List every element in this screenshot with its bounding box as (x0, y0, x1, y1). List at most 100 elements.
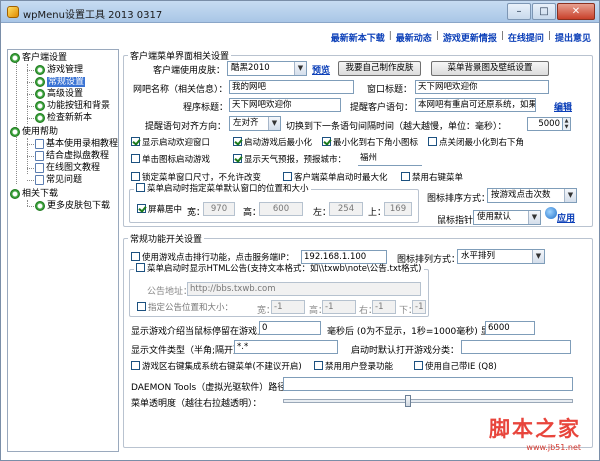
app-window: wpMenu设置工具 2013 0317 – □ ✕ 最新新本下载 | 最新动态… (0, 0, 600, 461)
hover-delay-input[interactable]: 0 (259, 321, 321, 335)
window-position-checkbox[interactable]: 菜单启动时指定菜单默认窗口的位置和大小 (134, 183, 311, 195)
icon-sort-label: 图标排序方式： (427, 194, 491, 204)
icon-arrange-select[interactable]: 水平排列 ▼ (457, 249, 545, 264)
default-category-input[interactable] (461, 340, 571, 354)
app-icon (7, 6, 19, 18)
weather-city-input[interactable]: 福州 (358, 152, 422, 166)
chevron-down-icon: ▼ (268, 117, 280, 130)
notice-bottom-input[interactable]: -1 (412, 300, 426, 314)
tree-group-downloads[interactable]: 相关下载 (10, 188, 58, 200)
file-types-input[interactable]: *.* (234, 340, 338, 354)
checkbox-label: 屏幕居中 (148, 205, 183, 215)
use-builtin-ie-checkbox[interactable]: 使用自己带IE (Q8) (414, 361, 497, 373)
mouse-pointer-select[interactable]: 使用默认 ▼ (473, 210, 541, 225)
skin-label: 客户端使用皮肤： (153, 66, 226, 76)
left-input[interactable]: 254 (329, 202, 363, 216)
checkbox-label: 单击图标启动游戏 (142, 155, 211, 165)
notice-width-input[interactable]: -1 (271, 300, 305, 314)
sidebar-item-general-settings[interactable]: 常规设置 (35, 76, 86, 88)
preview-link[interactable]: 预览 (312, 63, 330, 76)
checkbox-label: 使用自己带IE (Q8) (425, 362, 497, 372)
document-icon (35, 162, 44, 173)
skin-select[interactable]: 酷黑2010 ▼ (227, 61, 307, 76)
link-feedback[interactable]: 提出意见 (555, 31, 591, 45)
sidebar-item-game-manage[interactable]: 游戏管理 (35, 64, 83, 76)
opacity-slider-handle[interactable] (405, 395, 411, 407)
show-weather-checkbox[interactable]: 显示天气预报，预报城市： (233, 154, 346, 166)
gear-icon (35, 64, 45, 75)
show-welcome-checkbox[interactable]: 显示启动欢迎窗口 (131, 137, 210, 149)
minimize-to-tray-checkbox[interactable]: 最小化到右下角小图标 (322, 137, 418, 149)
height-input[interactable]: 600 (259, 202, 303, 216)
width-input[interactable]: 970 (203, 202, 235, 216)
checkbox-label: 显示天气预报，预报城市： (244, 155, 347, 165)
spin-icon[interactable]: ▲ ▼ (563, 117, 571, 131)
make-skin-button[interactable]: 我要自己制作皮肤 (338, 61, 421, 76)
tip-input[interactable]: 本网吧有重启可还原系统，如果M (415, 98, 536, 112)
minimize-button[interactable]: – (507, 3, 531, 20)
close-button[interactable]: ✕ (557, 3, 595, 20)
single-click-launch-checkbox[interactable]: 单击图标启动游戏 (131, 154, 210, 166)
tree-group-help[interactable]: 使用帮助 (10, 126, 58, 138)
sidebar-item-video-tutorial[interactable]: 基本使用录相教程 (35, 138, 118, 150)
checkbox-box (131, 154, 140, 163)
tree-group-label: 相关下载 (22, 189, 59, 199)
sidebar-item-online-tutorial[interactable]: 在线图文教程 (35, 162, 100, 174)
icon-arrange-value: 水平排列 (461, 251, 496, 261)
hover-time-input[interactable]: 6000 (485, 321, 535, 335)
screen-center-checkbox[interactable]: 屏幕居中 (137, 204, 182, 216)
checkbox-box (322, 137, 331, 146)
tree-branch (27, 180, 34, 181)
notice-right-input[interactable]: -1 (372, 300, 396, 314)
sidebar-item-faq[interactable]: 常见问题 (35, 174, 82, 186)
edit-link[interactable]: 编辑 (554, 100, 572, 113)
window-title-input[interactable]: 天下网吧欢迎你 (415, 80, 549, 94)
netbar-name-label: 网吧名称（相关信息）： (133, 85, 228, 95)
notice-height-input[interactable]: -1 (322, 300, 356, 314)
default-category-label: 启动时默认打开游戏分类： (351, 346, 460, 356)
disable-login-checkbox[interactable]: 禁用用户登录功能 (314, 361, 393, 373)
checkbox-label: 使用游戏点击排行功能，点击服务端IP： (142, 253, 295, 263)
file-types-label: 显示文件类型（半角;隔开） (131, 346, 243, 356)
program-title-input[interactable]: 天下网吧欢迎你 (229, 98, 341, 112)
apply-link[interactable]: 应用 (557, 211, 575, 224)
server-ip-input[interactable]: 192.168.1.100 (301, 250, 387, 264)
netbar-name-input[interactable]: 我的网吧 (229, 80, 354, 94)
link-news[interactable]: 最新动态 (396, 31, 432, 45)
sidebar-item-buttons-background[interactable]: 功能按钮和背景 (35, 100, 110, 112)
link-separator: | (388, 31, 392, 41)
chevron-down-icon: ▼ (294, 62, 306, 75)
minimize-after-launch-checkbox[interactable]: 启动游戏后最小化 (233, 137, 312, 149)
maximize-button[interactable]: □ (532, 3, 556, 20)
top-input[interactable]: 169 (384, 202, 412, 216)
sidebar-tree: 客户端设置 游戏管理 常规设置 高级设置 功能按钮和背景 检查新新本 使用帮助 … (7, 49, 119, 452)
notice-address-input[interactable]: http://bbs.txwb.com (187, 282, 421, 296)
apply-icon[interactable] (545, 207, 557, 219)
switch-interval-input[interactable]: 5000 (527, 117, 563, 131)
daemon-path-input[interactable] (283, 377, 573, 391)
scroll-align-value: 左对齐 (233, 118, 259, 128)
icon-sort-select[interactable]: 按游戏点击次数 ▼ (487, 188, 577, 203)
opacity-slider[interactable] (283, 399, 573, 403)
notice-position-checkbox[interactable]: 指定公告位置和大小： (137, 302, 233, 314)
title-bar[interactable]: wpMenu设置工具 2013 0317 – □ ✕ (1, 1, 599, 23)
sidebar-item-virtual-disk-tutorial[interactable]: 结合虚拟盘教程 (35, 150, 109, 162)
background-settings-button[interactable]: 菜单背景图及壁纸设置 (431, 61, 549, 76)
sidebar-item-check-update[interactable]: 检查新新本 (35, 112, 92, 124)
checkbox-label: 菜单启动时显示HTML公告(支持文本格式：如\\txwb\note\公告.txt… (147, 264, 422, 274)
sidebar-item-skin-download[interactable]: 更多皮肤包下载 (35, 200, 110, 212)
notice-checkbox[interactable]: 菜单启动时显示HTML公告(支持文本格式：如\\txwb\note\公告.txt… (134, 263, 424, 275)
chevron-down-icon: ▼ (564, 189, 576, 202)
link-download[interactable]: 最新新本下载 (331, 31, 385, 45)
gear-icon (35, 200, 45, 211)
sidebar-item-advanced-settings[interactable]: 高级设置 (35, 88, 83, 100)
system-context-menu-checkbox[interactable]: 游戏区右键集成系统右键菜单(不建议开启) (131, 361, 302, 373)
tree-group-client-settings[interactable]: 客户端设置 (10, 52, 67, 64)
checkbox-label: 游戏区右键集成系统右键菜单(不建议开启) (142, 362, 302, 372)
gear-icon (10, 126, 20, 137)
close-to-tray-checkbox[interactable]: 点关闭最小化到右下角 (428, 137, 524, 149)
link-separator: | (435, 31, 439, 41)
link-ask-online[interactable]: 在线提问 (508, 31, 544, 45)
scroll-align-select[interactable]: 左对齐 ▼ (229, 116, 281, 131)
link-game-updates[interactable]: 游戏更新情报 (443, 31, 497, 45)
